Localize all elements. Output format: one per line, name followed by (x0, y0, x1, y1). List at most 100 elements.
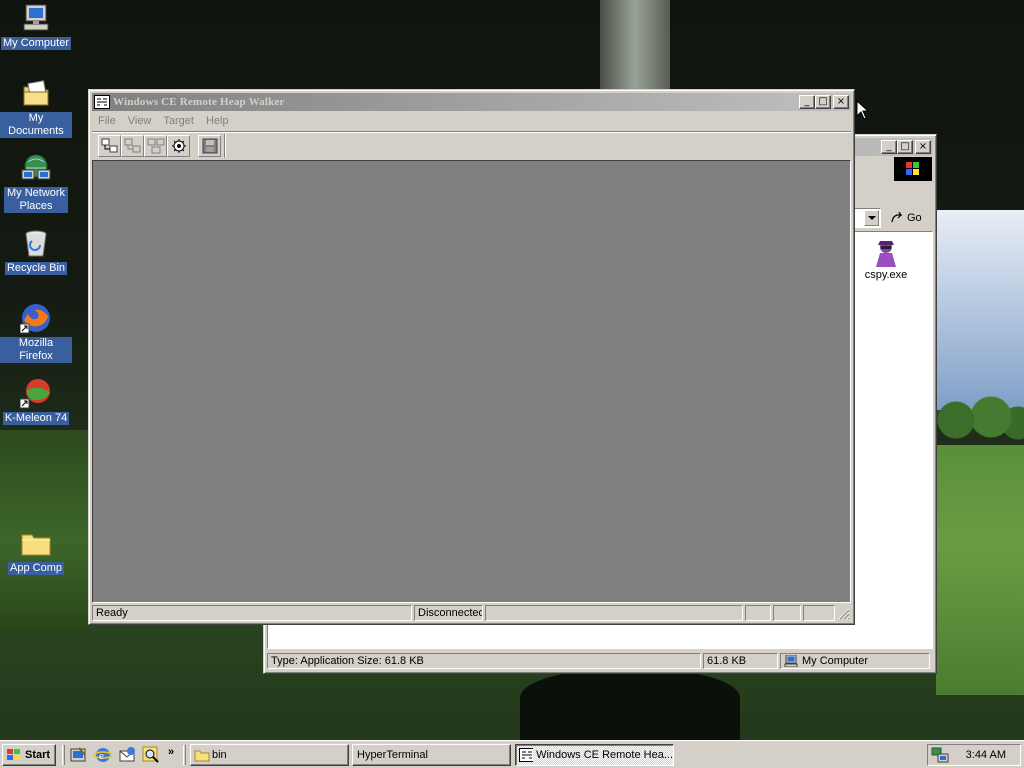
wallpaper-sky (930, 210, 1024, 410)
task-button-hyperterminal[interactable]: HyperTerminal (352, 744, 511, 766)
connect-icon (101, 138, 117, 153)
heap-walker-titlebar[interactable]: Windows CE Remote Heap Walker _ □ × (92, 93, 851, 111)
file-item-cspy[interactable]: cspy.exe (856, 237, 916, 281)
chevron-down-icon (867, 215, 876, 220)
windows-flag-icon (7, 749, 20, 760)
desktop-icon-my-documents[interactable]: My Documents (0, 77, 72, 138)
refresh-button[interactable] (121, 135, 144, 157)
internet-explorer-icon[interactable]: e (94, 746, 112, 764)
svg-text:e: e (99, 750, 104, 762)
resize-grip[interactable] (837, 607, 850, 620)
system-tray: 3:44 AM (927, 744, 1021, 766)
start-label: Start (25, 749, 51, 761)
address-dropdown-button[interactable] (864, 210, 879, 226)
task-button-bin[interactable]: bin (190, 744, 349, 766)
toolbar (92, 131, 851, 160)
explorer-status-info: Type: Application Size: 61.8 KB (267, 653, 701, 669)
settings-icon (171, 139, 186, 153)
taskbar: Start e » bin HyperTerminal Windows CE R… (0, 740, 1024, 768)
wallpaper-trees (936, 395, 1024, 445)
address-field[interactable] (854, 208, 881, 228)
settings-button[interactable] (167, 135, 190, 157)
heap-walker-window[interactable]: Windows CE Remote Heap Walker _ □ × File… (88, 89, 855, 625)
windows-logo-icon (894, 157, 932, 181)
taskbar-grip[interactable] (62, 745, 65, 765)
my-documents-icon (20, 77, 52, 109)
outlook-express-icon[interactable] (118, 746, 136, 764)
explorer-status-zone: My Computer (780, 653, 930, 669)
desktop-icon-label: App Comp (8, 562, 64, 575)
kmeleon-icon (19, 377, 52, 409)
desktop-icon-firefox[interactable]: Mozilla Firefox (0, 302, 72, 363)
quick-launch-chevron-icon[interactable]: » (168, 746, 174, 758)
go-label: Go (907, 211, 922, 224)
task-button-heap-walker[interactable]: Windows CE Remote Hea... (515, 744, 674, 766)
heap-walker-app-icon (94, 95, 110, 109)
network-places-icon (20, 152, 52, 184)
desktop-icon-recycle-bin[interactable]: Recycle Bin (0, 227, 72, 275)
desktop-icon-my-computer[interactable]: My Computer (0, 2, 72, 50)
status-panel-5 (773, 605, 801, 621)
status-panel-6 (803, 605, 835, 621)
folder-icon (194, 750, 210, 762)
window-title: Windows CE Remote Heap Walker (113, 96, 285, 108)
heap-client-area[interactable] (92, 160, 851, 603)
heap-walker-icon (519, 748, 534, 762)
desktop-icon-label: Mozilla Firefox (0, 337, 72, 363)
quick-launch: e (70, 746, 160, 764)
desktop-icon-kmeleon[interactable]: K-Meleon 74 (0, 377, 72, 425)
maximize-button[interactable]: □ (815, 95, 831, 109)
folder-icon (20, 527, 52, 559)
menu-target[interactable]: Target (157, 115, 200, 127)
zone-label: My Computer (802, 655, 869, 667)
status-panel-4 (745, 605, 771, 621)
wallpaper-trunk (600, 0, 670, 90)
heap-list-icon (147, 138, 164, 154)
close-button[interactable]: × (915, 140, 931, 154)
explorer-status-size: 61.8 KB (703, 653, 778, 669)
go-button[interactable]: Go (888, 207, 928, 228)
recycle-bin-icon (20, 227, 52, 259)
desktop-icon-app-comp[interactable]: App Comp (0, 527, 72, 575)
close-button[interactable]: × (833, 95, 849, 109)
taskbar-grip[interactable] (183, 745, 186, 765)
desktop[interactable]: My Computer My Documents My Network Plac… (0, 0, 1024, 740)
menu-file[interactable]: File (92, 115, 122, 127)
network-tray-icon[interactable] (931, 747, 949, 763)
status-panel-3 (485, 605, 743, 621)
wallpaper-grass (936, 445, 1024, 695)
refresh-icon (124, 138, 140, 153)
connect-button[interactable] (98, 135, 121, 157)
show-desktop-icon[interactable] (70, 746, 88, 764)
task-label: Windows CE Remote Hea... (536, 749, 673, 761)
menu-view[interactable]: View (122, 115, 158, 127)
status-ready: Ready (92, 605, 412, 621)
search-icon[interactable] (142, 746, 160, 764)
task-label: bin (212, 749, 227, 761)
desktop-icon-label: My Network Places (4, 187, 68, 213)
wallpaper-trunk-base (520, 670, 740, 740)
save-icon (202, 138, 217, 154)
toolbar-separator (224, 134, 226, 158)
desktop-icon-label: My Documents (0, 112, 72, 138)
firefox-icon (19, 302, 52, 334)
minimize-button[interactable]: _ (881, 140, 897, 154)
task-label: HyperTerminal (357, 749, 428, 761)
start-button[interactable]: Start (2, 744, 56, 766)
file-label: cspy.exe (864, 269, 908, 281)
minimize-button[interactable]: _ (799, 95, 815, 109)
resize-grip-icon (838, 608, 850, 620)
heap-list-button[interactable] (144, 135, 167, 157)
menu-bar: File View Target Help (92, 112, 851, 130)
desktop-icon-label: My Computer (0, 37, 72, 50)
save-button[interactable] (198, 135, 221, 157)
my-computer-icon (784, 655, 798, 667)
maximize-button[interactable]: □ (897, 140, 913, 154)
menu-help[interactable]: Help (200, 115, 235, 127)
desktop-icon-label: K-Meleon 74 (2, 412, 70, 425)
desktop-icon-network-places[interactable]: My Network Places (0, 152, 72, 213)
go-arrow-icon (891, 211, 903, 222)
my-computer-icon (20, 2, 52, 34)
mouse-cursor-icon (856, 100, 868, 120)
clock[interactable]: 3:44 AM (966, 749, 1006, 761)
